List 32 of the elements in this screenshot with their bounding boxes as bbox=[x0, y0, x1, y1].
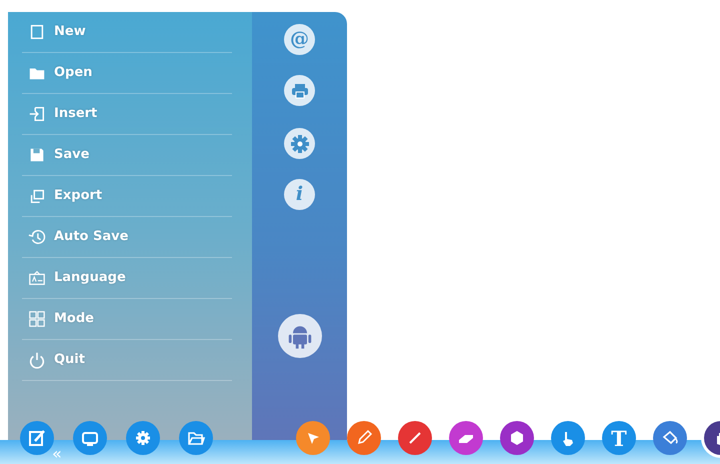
paint-bucket-button[interactable] bbox=[653, 421, 687, 455]
settings-button[interactable] bbox=[284, 128, 315, 159]
menu-item[interactable]: Save bbox=[54, 145, 90, 165]
text-tool-button[interactable]: T bbox=[602, 421, 636, 455]
android-button[interactable] bbox=[278, 314, 322, 358]
menu-item[interactable]: Auto Save bbox=[54, 227, 128, 247]
menu-item[interactable]: Mode bbox=[54, 309, 94, 329]
board-icon bbox=[28, 269, 46, 287]
document-icon bbox=[28, 23, 46, 41]
settings-icon bbox=[290, 134, 310, 154]
import-icon bbox=[28, 105, 46, 123]
menu-item[interactable]: New bbox=[54, 22, 86, 42]
menu-item[interactable]: Quit bbox=[54, 350, 85, 370]
menu-item[interactable]: Export bbox=[54, 186, 102, 206]
eraser-button[interactable] bbox=[449, 421, 483, 455]
hexagon-button[interactable] bbox=[500, 421, 534, 455]
power-icon bbox=[28, 351, 46, 369]
grid-icon bbox=[28, 310, 46, 328]
info-button[interactable]: i bbox=[284, 179, 315, 210]
printer-button[interactable] bbox=[284, 75, 315, 106]
line-button[interactable] bbox=[398, 421, 432, 455]
menu-item[interactable]: Insert bbox=[54, 104, 98, 124]
menu-item[interactable]: Open bbox=[54, 63, 92, 83]
pointing-hand-button[interactable] bbox=[551, 421, 585, 455]
email-button[interactable]: @ bbox=[284, 24, 315, 55]
collapse-button[interactable]: « bbox=[52, 446, 62, 462]
pencil-button[interactable] bbox=[347, 421, 381, 455]
settings-icon bbox=[133, 428, 153, 448]
menu-item[interactable]: Language bbox=[54, 268, 126, 288]
edit-icon bbox=[27, 428, 47, 448]
export-icon bbox=[28, 187, 46, 205]
history-icon bbox=[28, 228, 46, 246]
